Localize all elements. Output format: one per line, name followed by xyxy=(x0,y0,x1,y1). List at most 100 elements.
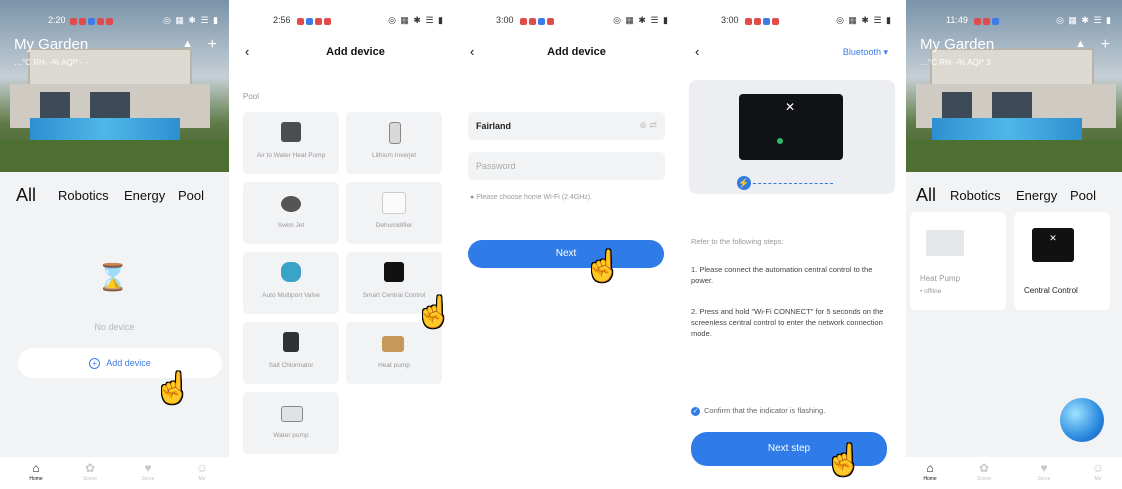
pointer-hand-icon: ☝ xyxy=(825,444,863,477)
garden-selector[interactable]: My Garden xyxy=(920,36,994,53)
header: ‹ Add device xyxy=(458,44,679,64)
valve-icon xyxy=(281,262,301,282)
central-control-icon xyxy=(384,262,404,282)
tab-robotics[interactable]: Robotics xyxy=(950,188,1001,203)
device-card-heat-pump[interactable]: Heat Pump • offline xyxy=(910,212,1006,310)
home-icon: ⌂ xyxy=(926,461,934,475)
tabbar-me[interactable]: ☺ Me xyxy=(1078,462,1118,482)
device-card-swim-jet[interactable]: Swim Jet xyxy=(243,182,339,244)
water-pump-icon xyxy=(281,406,303,422)
pairing-steps-screen: 3:00 ◎ ▦ ✱ ☰ ▮ ‹ Bluetooth ▾ ✕ ⚡ Refer t… xyxy=(683,0,902,489)
central-control-icon: ✕ xyxy=(1032,228,1074,262)
tabbar-scene[interactable]: ✿ Scene xyxy=(70,462,110,482)
home-screen-devices: 11:49 ◎ ▦ ✱ ☰ ▮ My Garden ▲ + …°C RH- -%… xyxy=(906,0,1122,489)
tabbar-home[interactable]: ⌂ Home xyxy=(910,462,950,482)
assistant-orb-icon[interactable] xyxy=(1060,398,1104,442)
heat-pump-icon xyxy=(926,230,964,256)
garden-selector[interactable]: My Garden xyxy=(14,36,88,53)
pointer-hand-icon: ☝ xyxy=(154,372,192,405)
lawn xyxy=(906,140,1122,172)
house-upper xyxy=(28,48,192,86)
inverjet-icon xyxy=(389,122,401,144)
device-name: Heat Pump xyxy=(920,274,961,283)
bottom-tabbar: ⌂ Home ✿ Scene ♥ Serve ☺ Me xyxy=(906,457,1122,489)
tab-energy[interactable]: Energy xyxy=(1016,188,1057,203)
pointer-hand-icon: ☝ xyxy=(584,250,622,283)
device-card-multiport-valve[interactable]: Auto Multiport Valve xyxy=(243,252,339,314)
check-icon: ✓ xyxy=(691,407,700,416)
step-2: 2. Press and hold "Wi-Fi CONNECT" for 5 … xyxy=(691,307,884,338)
bottom-tabbar: ⌂ Home ✿ Scene ♥ Serve ☺ Me xyxy=(0,457,229,489)
tab-pool[interactable]: Pool xyxy=(1070,188,1096,203)
lock-icon[interactable]: ▲ xyxy=(1075,38,1086,50)
device-card-heat-pump[interactable]: Air to Water Heat Pump xyxy=(243,112,339,174)
notification-icons xyxy=(68,16,113,26)
empty-state-text: No device xyxy=(94,322,135,332)
device-card-salt-chlorinator[interactable]: Salt Chlorinator xyxy=(243,322,339,384)
house-window xyxy=(992,92,1032,118)
next-button[interactable]: Next xyxy=(468,240,664,268)
device-card-central-control[interactable]: ✕ Central Control xyxy=(1014,212,1110,310)
category-tabs: All Robotics Energy Pool xyxy=(906,185,1122,208)
device-card-water-pump[interactable]: Water pump xyxy=(243,392,339,454)
home-icon: ⌂ xyxy=(32,461,40,475)
tab-energy[interactable]: Energy xyxy=(124,188,165,203)
me-icon: ☺ xyxy=(1091,461,1105,475)
central-control-device: ✕ xyxy=(739,94,843,160)
house-window xyxy=(90,92,130,118)
tab-all[interactable]: All xyxy=(916,185,936,206)
device-card-lithium-inverjet[interactable]: Lithium Inverjet xyxy=(346,112,442,174)
header: ‹ Bluetooth ▾ xyxy=(683,44,902,64)
password-placeholder: Password xyxy=(476,161,516,171)
system-icons: ◎ ▦ ✱ ☰ ▮ xyxy=(836,15,892,25)
wifi-hint: ● Please choose home Wi-Fi (2.4GHz). xyxy=(470,194,593,201)
back-arrow-icon[interactable]: ‹ xyxy=(695,44,699,59)
tab-robotics[interactable]: Robotics xyxy=(58,188,109,203)
status-indicator xyxy=(777,138,783,144)
house-window xyxy=(942,92,972,118)
password-field[interactable]: Password xyxy=(468,152,665,180)
power-icon: ⚡ xyxy=(737,176,751,190)
tabbar-serve[interactable]: ♥ Serve xyxy=(128,462,168,482)
device-card-heat-pump-2[interactable]: Heat pump xyxy=(346,322,442,384)
device-status: • offline xyxy=(920,288,942,295)
device-card-dehumidifier[interactable]: Dehumidifier xyxy=(346,182,442,244)
swim-jet-icon xyxy=(281,196,301,212)
house-window xyxy=(40,92,70,118)
caret-down-icon: ▾ xyxy=(883,47,888,57)
pairing-mode-dropdown[interactable]: Bluetooth ▾ xyxy=(843,47,888,58)
ssid-value: Fairland xyxy=(476,121,512,131)
page-title: Add device xyxy=(547,46,606,58)
tabbar-home[interactable]: ⌂ Home xyxy=(16,462,56,482)
status-bar: 2:56 ◎ ▦ ✱ ☰ ▮ xyxy=(233,14,454,28)
lock-icon[interactable]: ▲ xyxy=(182,38,193,50)
tabbar-scene[interactable]: ✿ Scene xyxy=(964,462,1004,482)
pointer-hand-icon: ☝ xyxy=(415,296,453,329)
scene-icon: ✿ xyxy=(978,461,990,475)
clear-switch-icons[interactable]: ⊗ ⇄ xyxy=(639,120,657,131)
connection-line xyxy=(753,183,833,184)
tabbar-me[interactable]: ☺ Me xyxy=(182,462,222,482)
status-bar: 11:49 ◎ ▦ ✱ ☰ ▮ xyxy=(906,14,1122,28)
wifi-ssid-field[interactable]: Fairland ⊗ ⇄ xyxy=(468,112,665,140)
page-title: Add device xyxy=(326,46,385,58)
system-icons: ◎ ▦ ✱ ☰ ▮ xyxy=(388,15,444,25)
status-time: 11:49 xyxy=(946,15,968,25)
status-bar: 2:20 ◎ ▦ ✱ ☰ ▮ xyxy=(0,14,229,28)
tab-pool[interactable]: Pool xyxy=(178,188,204,203)
dehumidifier-icon xyxy=(382,192,406,214)
system-icons: ◎ ▦ ✱ ☰ ▮ xyxy=(1056,15,1112,25)
status-time: 2:56 xyxy=(273,15,291,25)
plus-icon[interactable]: + xyxy=(208,36,217,54)
tab-all[interactable]: All xyxy=(16,185,36,206)
device-name: Central Control xyxy=(1024,286,1078,295)
serve-icon: ♥ xyxy=(144,461,152,475)
house-upper xyxy=(930,48,1094,86)
confirm-checkbox[interactable]: ✓ Confirm that the indicator is flashing. xyxy=(691,406,825,416)
add-device-button[interactable]: + Add device xyxy=(18,348,222,378)
heat-pump-small-icon xyxy=(382,336,404,352)
plus-icon[interactable]: + xyxy=(1101,36,1110,54)
tabbar-serve[interactable]: ♥ Serve xyxy=(1024,462,1064,482)
steps-intro: Refer to the following steps: xyxy=(691,237,784,246)
plus-circle-icon: + xyxy=(89,357,101,369)
